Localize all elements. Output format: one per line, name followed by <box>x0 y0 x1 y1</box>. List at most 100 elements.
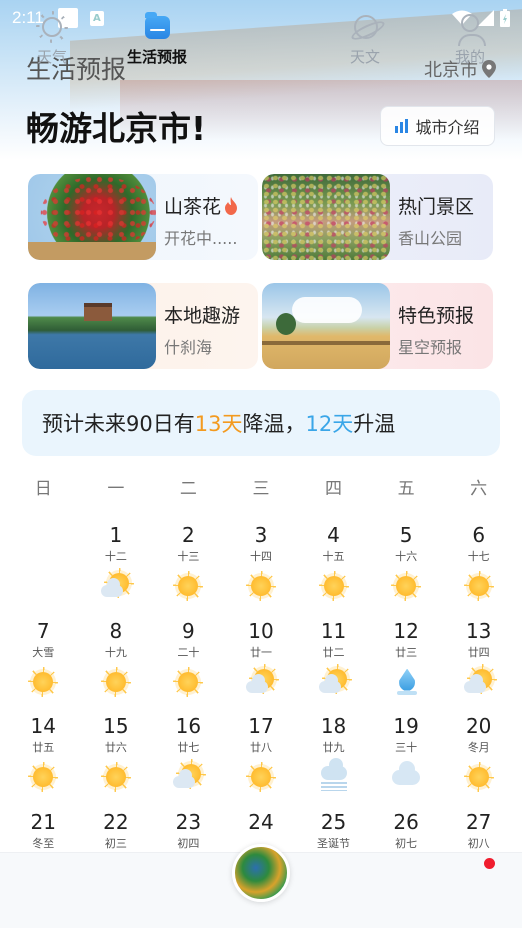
calendar-day[interactable]: 5 十六 <box>370 522 443 617</box>
warm-days-count: 12天 <box>305 412 354 436</box>
nav-weather[interactable]: 天气 <box>12 8 92 67</box>
day-number: 27 <box>465 809 492 834</box>
day-number: 7 <box>36 618 50 643</box>
city-intro-label: 城市介绍 <box>415 118 480 137</box>
sunny-icon <box>28 666 59 697</box>
card-subtitle: 香山公园 <box>398 229 463 248</box>
lunar-date: 冬至 <box>32 836 55 850</box>
sunny-icon <box>100 762 131 792</box>
calendar-day[interactable]: 16 廿七 <box>152 713 225 808</box>
sun-outline-icon <box>37 12 67 42</box>
calendar-day[interactable]: 20 冬月 <box>442 713 515 808</box>
calendar-day[interactable]: 1 十二 <box>80 522 153 617</box>
sunny-icon <box>28 762 59 792</box>
lunar-date: 十六 <box>395 550 418 563</box>
nav-label: 生活预报 <box>126 48 187 66</box>
weekday-label: 三 <box>252 479 270 499</box>
weekday-label: 四 <box>325 479 343 499</box>
life-forecast-icon <box>142 12 172 42</box>
day-number: 17 <box>248 714 274 738</box>
weekday-label: 五 <box>397 479 415 499</box>
day-number: 20 <box>465 714 492 738</box>
lunar-date: 廿三 <box>395 645 418 659</box>
forecast-banner[interactable]: 预计未来90日有 13天 降温， 12天 升温 <box>22 390 500 456</box>
weekday-label: 二 <box>179 479 197 499</box>
lunar-date: 廿四 <box>467 645 490 659</box>
day-number: 21 <box>30 809 56 834</box>
notification-badge <box>484 858 495 869</box>
calendar-day[interactable]: 4 十五 <box>297 522 370 617</box>
rain-icon <box>391 667 421 697</box>
radar-map-icon[interactable] <box>232 844 290 902</box>
calendar-day[interactable]: 6 十七 <box>442 522 515 617</box>
day-number: 24 <box>248 809 274 834</box>
calendar-day[interactable]: 3 十四 <box>225 522 298 617</box>
card-subtitle: 开花中..... <box>164 229 238 248</box>
sunny-icon <box>463 571 494 601</box>
day-number: 5 <box>399 523 413 547</box>
weekday-label: 六 <box>470 479 488 499</box>
user-icon <box>455 12 486 46</box>
city-intro-button[interactable]: 城市介绍 <box>380 106 495 146</box>
card-hot-spots[interactable]: 热门景区 香山公园 <box>262 174 493 260</box>
lunar-date: 初四 <box>177 836 200 850</box>
calendar-day[interactable]: 15 廿六 <box>80 713 153 808</box>
lunar-date: 二十 <box>177 645 200 659</box>
sunny-icon <box>100 666 131 697</box>
sunny-icon <box>391 571 422 601</box>
card-subtitle: 什刹海 <box>164 338 213 357</box>
shichahai-photo <box>28 283 156 369</box>
lunar-date: 廿一 <box>249 645 272 659</box>
card-title: 本地趣游 <box>164 305 241 327</box>
lunar-date: 冬月 <box>467 741 490 754</box>
day-number: 14 <box>30 714 56 738</box>
lunar-date: 廿七 <box>177 741 200 754</box>
lunar-date: 十九 <box>104 645 127 659</box>
card-title: 热门景区 <box>398 196 475 218</box>
partly-cloudy-icon <box>173 759 207 792</box>
lunar-date: 圣诞节 <box>317 836 351 850</box>
headline: 畅游北京市! <box>26 109 207 148</box>
calendar-day[interactable]: 10 廿一 <box>225 618 298 713</box>
day-number: 6 <box>472 523 486 547</box>
day-number: 23 <box>175 809 202 834</box>
calendar-day[interactable]: 13 廿四 <box>442 618 515 713</box>
card-local-fun[interactable]: 本地趣游 什刹海 <box>28 283 258 369</box>
card-camellia[interactable]: 山茶花 开花中..... <box>28 174 258 260</box>
flame-icon <box>225 196 238 215</box>
day-number: 11 <box>320 618 347 643</box>
day-number: 13 <box>465 618 492 643</box>
card-special-forecast[interactable]: 特色预报 星空预报 <box>262 283 493 369</box>
xiangshan-park-photo <box>262 174 390 260</box>
sunny-icon <box>318 571 349 601</box>
calendar-day[interactable]: 18 廿九 <box>297 713 370 808</box>
lunar-date: 廿八 <box>249 741 272 754</box>
planet-icon <box>350 12 380 42</box>
partly-cloudy-icon <box>318 663 352 697</box>
forecast-prefix: 预计未来90日有 <box>42 412 195 436</box>
partly-cloudy-icon <box>245 663 279 697</box>
calendar-day[interactable]: 12 廿三 <box>370 618 443 713</box>
lunar-date: 十二 <box>104 550 127 563</box>
calendar-day[interactable]: 11 廿二 <box>297 618 370 713</box>
camellia-photo <box>28 174 156 260</box>
nav-life-forecast[interactable]: 生活预报 <box>117 8 197 67</box>
lunar-date: 廿九 <box>322 741 345 754</box>
cool-label: 降温， <box>242 412 306 436</box>
calendar-day[interactable]: 14 廿五 <box>7 713 80 808</box>
lunar-date: 廿六 <box>104 741 127 754</box>
calendar-day[interactable]: 8 十九 <box>80 618 153 713</box>
sunny-icon <box>463 762 494 792</box>
cloudy-icon <box>391 761 421 792</box>
calendar-day[interactable]: 2 十三 <box>152 522 225 617</box>
nav-label: 我的 <box>454 48 485 66</box>
nav-astronomy[interactable]: 天文 <box>325 8 405 67</box>
nav-mine[interactable]: 我的 <box>430 8 510 67</box>
calendar-day[interactable]: 19 三十 <box>370 713 443 808</box>
calendar-day[interactable]: 17 廿八 <box>225 713 298 808</box>
sunny-icon <box>245 571 276 601</box>
calendar-day[interactable]: 7 大雪 <box>7 618 80 713</box>
warm-label: 升温 <box>353 412 396 436</box>
calendar-day[interactable]: 9 二十 <box>152 618 225 713</box>
day-number: 3 <box>254 523 268 547</box>
